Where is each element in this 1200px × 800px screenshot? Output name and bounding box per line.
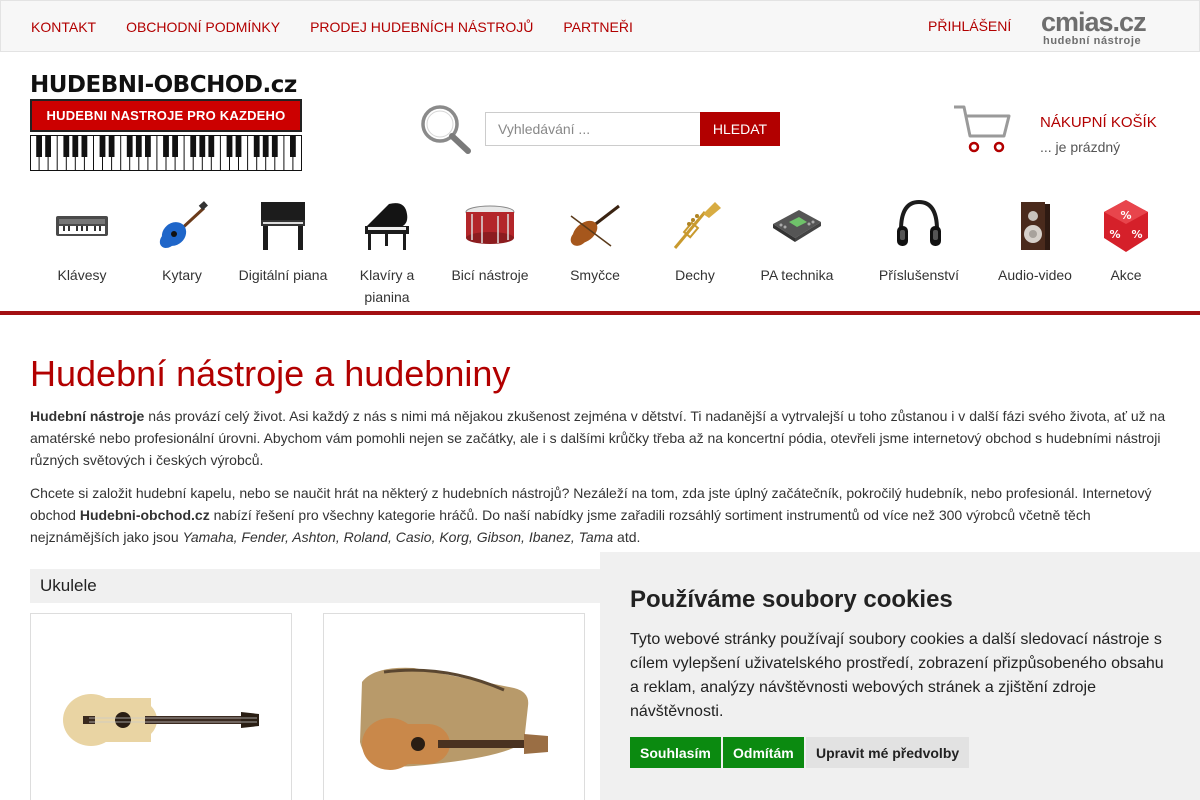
category-label: Smyčce [570,267,620,283]
black-key [172,135,178,157]
black-key [108,135,115,157]
category-label: Digitální piana [238,267,328,283]
black-key [271,135,278,157]
black-key [45,135,51,157]
cart-title-link[interactable]: NÁKUPNÍ KOŠÍK [1040,114,1157,131]
page-title: Hudební nástroje a hudebniny [30,353,511,394]
black-key [135,135,142,157]
violin-icon [570,204,620,247]
header-divider [0,311,1200,315]
category-klavesy[interactable]: Klávesy [54,196,110,286]
intro-text-3: atd. [613,529,641,545]
category-klaviry[interactable]: Klavíry a pianina [346,196,428,308]
intro-bold: Hudební nástroje [30,408,145,424]
svg-text:%: % [1131,228,1142,241]
search-button[interactable]: HLEDAT [700,112,780,146]
category-label: Bicí nástroje [451,267,529,283]
black-key [126,135,133,157]
cookie-consent-panel: Používáme soubory cookies Tyto webové st… [600,552,1200,800]
category-label: Kytary [162,267,202,283]
svg-text:%: % [1120,209,1131,222]
category-prislusenstvi[interactable]: Příslušenství [876,196,962,286]
category-pa-technika[interactable]: PA technika [757,196,837,286]
intro-paragraph-1: Hudební nástroje nás provází celý život.… [30,405,1170,471]
cart-icon[interactable] [952,104,1012,154]
category-akce[interactable]: % % % Akce [1098,196,1154,286]
black-key [72,135,79,157]
nav-link-prodej-nastroju[interactable]: PRODEJ HUDEBNÍCH NÁSTROJŮ [310,19,533,35]
trumpet-icon [673,202,721,249]
black-key [190,135,197,157]
ukulele-with-bag-product-image [360,667,548,770]
site-logo[interactable]: HUDEBNI-OBCHOD.cz HUDEBNI NASTROJE PRO K… [30,72,302,172]
intro-paragraph-2: Chcete si založit hudební kapelu, nebo s… [30,482,1170,548]
top-bar: KONTAKT OBCHODNÍ PODMÍNKY PRODEJ HUDEBNÍ… [0,0,1200,52]
top-nav: KONTAKT OBCHODNÍ PODMÍNKY PRODEJ HUDEBNÍ… [31,1,663,53]
keyboard-icon [56,216,108,236]
black-key [36,135,42,157]
shop-name: Hudebni-obchod.cz [79,507,210,523]
cookie-preferences-button[interactable]: Upravit mé předvolby [806,737,970,768]
cookie-accept-button[interactable]: Souhlasím [630,737,721,768]
category-label: Dechy [675,267,715,283]
partner-logo-name: cmias.cz [1041,7,1147,37]
black-key [145,135,151,157]
black-key [208,135,215,157]
drum-icon [465,205,515,244]
nav-link-partneri[interactable]: PARTNEŘI [563,19,633,35]
category-digitalni-piana[interactable]: Digitální piana [234,196,332,286]
guitar-icon [159,201,208,248]
product-card[interactable] [323,613,585,800]
product-card[interactable] [30,613,292,800]
category-label: Audio-video [998,267,1072,283]
black-key [235,135,242,157]
piano-keys-icon [30,135,302,171]
section-title-ukulele[interactable]: Ukulele [30,569,600,603]
nav-link-obchodni-podminky[interactable]: OBCHODNÍ PODMÍNKY [126,19,280,35]
black-key [253,135,260,157]
category-kytary[interactable]: Kytary [154,196,210,286]
cookie-title: Používáme soubory cookies [630,586,953,613]
black-key [63,135,70,157]
category-label: PA technika [760,267,834,283]
category-dechy[interactable]: Dechy [667,196,723,286]
cart-status: ... je prázdný [1040,139,1121,155]
mixer-icon [773,210,821,242]
black-key [81,135,88,157]
svg-text:%: % [1109,228,1120,241]
category-label: Příslušenství [878,267,960,283]
intro-text: nás provází celý život. Asi každý z nás … [30,408,1166,468]
logo-title: HUDEBNI-OBCHOD.cz [30,72,297,98]
black-key [226,135,233,157]
category-bici-nastroje[interactable]: Bicí nástroje [449,196,531,286]
category-label: Klavíry a pianina [359,267,415,305]
grand-piano-icon [365,203,409,250]
cookie-text: Tyto webové stránky používají soubory co… [630,631,1164,720]
category-label: Akce [1110,267,1142,283]
black-key [290,135,296,157]
partner-logo[interactable]: cmias.cz hudební nástroje [1041,5,1161,49]
black-key [163,135,169,157]
category-smycce[interactable]: Smyčce [567,196,623,286]
nav-link-kontakt[interactable]: KONTAKT [31,19,96,35]
headphones-icon [897,199,941,246]
search-icon [421,105,471,154]
login-link[interactable]: PŘIHLÁŠENÍ [928,18,1011,34]
category-audio-video[interactable]: Audio-video [994,196,1076,286]
discount-icon: % % % [1104,200,1148,252]
cookie-reject-button[interactable]: Odmítám [723,737,804,768]
black-key [99,135,106,157]
partner-logo-tagline: hudební nástroje [1043,35,1142,47]
speaker-icon [1021,202,1050,250]
black-key [199,135,206,157]
category-label: Klávesy [57,267,107,283]
search-input[interactable] [485,112,701,146]
black-key [262,135,269,157]
digital-piano-icon [261,202,305,250]
logo-tagline: HUDEBNI NASTROJE PRO KAZDEHO [30,99,302,132]
brand-list: Yamaha, Fender, Ashton, Roland, Casio, K… [182,529,614,545]
ukulele-product-image [63,694,259,746]
